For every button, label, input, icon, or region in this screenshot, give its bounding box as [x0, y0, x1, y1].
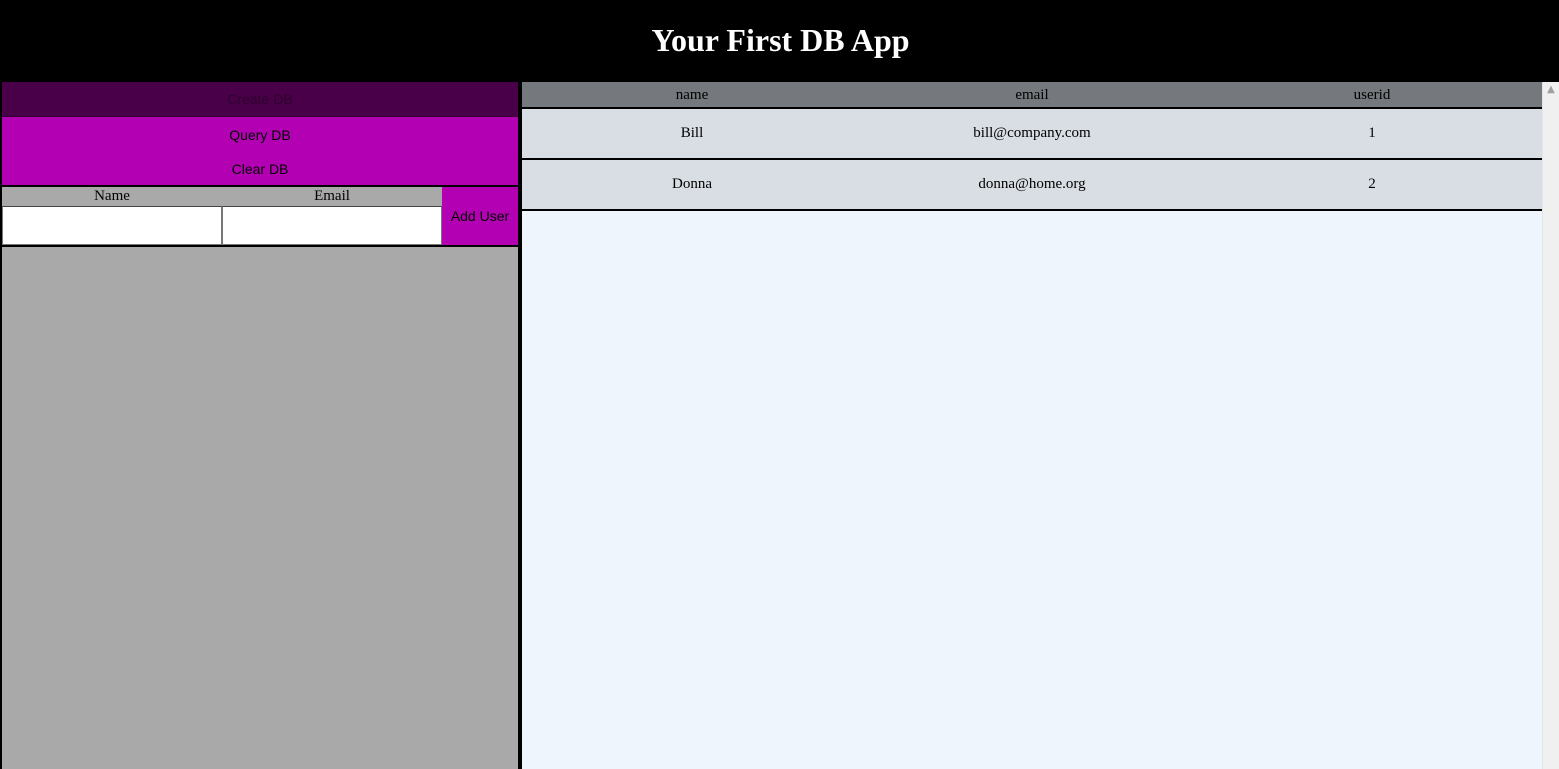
column-header-name: name — [675, 87, 709, 103]
cell-email: bill@company.com — [973, 125, 1091, 141]
create-db-button[interactable]: Create DB — [2, 82, 518, 117]
app-header: Your First DB App — [0, 0, 1559, 82]
column-header-userid: userid — [1353, 87, 1391, 103]
query-db-button[interactable]: Query DB — [2, 117, 518, 152]
add-user-form: Name Email Add User — [2, 187, 518, 247]
cell-userid: 1 — [1368, 125, 1376, 141]
table-header: name email userid — [522, 82, 1542, 109]
name-label: Name — [2, 187, 222, 206]
cell-userid: 2 — [1368, 176, 1376, 192]
vertical-scrollbar[interactable]: ▲ — [1542, 82, 1559, 769]
chevron-up-icon[interactable]: ▲ — [1543, 82, 1559, 96]
column-header-email: email — [1015, 87, 1049, 103]
email-field[interactable] — [222, 206, 442, 245]
cell-name: Bill — [680, 125, 704, 141]
results-panel: name email userid Bill bill@company.com … — [522, 82, 1542, 769]
control-panel: Create DB Query DB Clear DB Name Email A… — [2, 82, 518, 769]
email-column: Email — [222, 187, 442, 245]
name-column: Name — [2, 187, 222, 245]
name-field[interactable] — [2, 206, 222, 245]
add-user-button[interactable]: Add User — [442, 187, 518, 245]
cell-email: donna@home.org — [978, 176, 1086, 192]
clear-db-button[interactable]: Clear DB — [2, 152, 518, 187]
page-title: Your First DB App — [651, 21, 910, 58]
email-label: Email — [222, 187, 442, 206]
table-row: Bill bill@company.com 1 — [522, 109, 1542, 160]
cell-name: Donna — [672, 176, 712, 192]
table-row: Donna donna@home.org 2 — [522, 160, 1542, 211]
